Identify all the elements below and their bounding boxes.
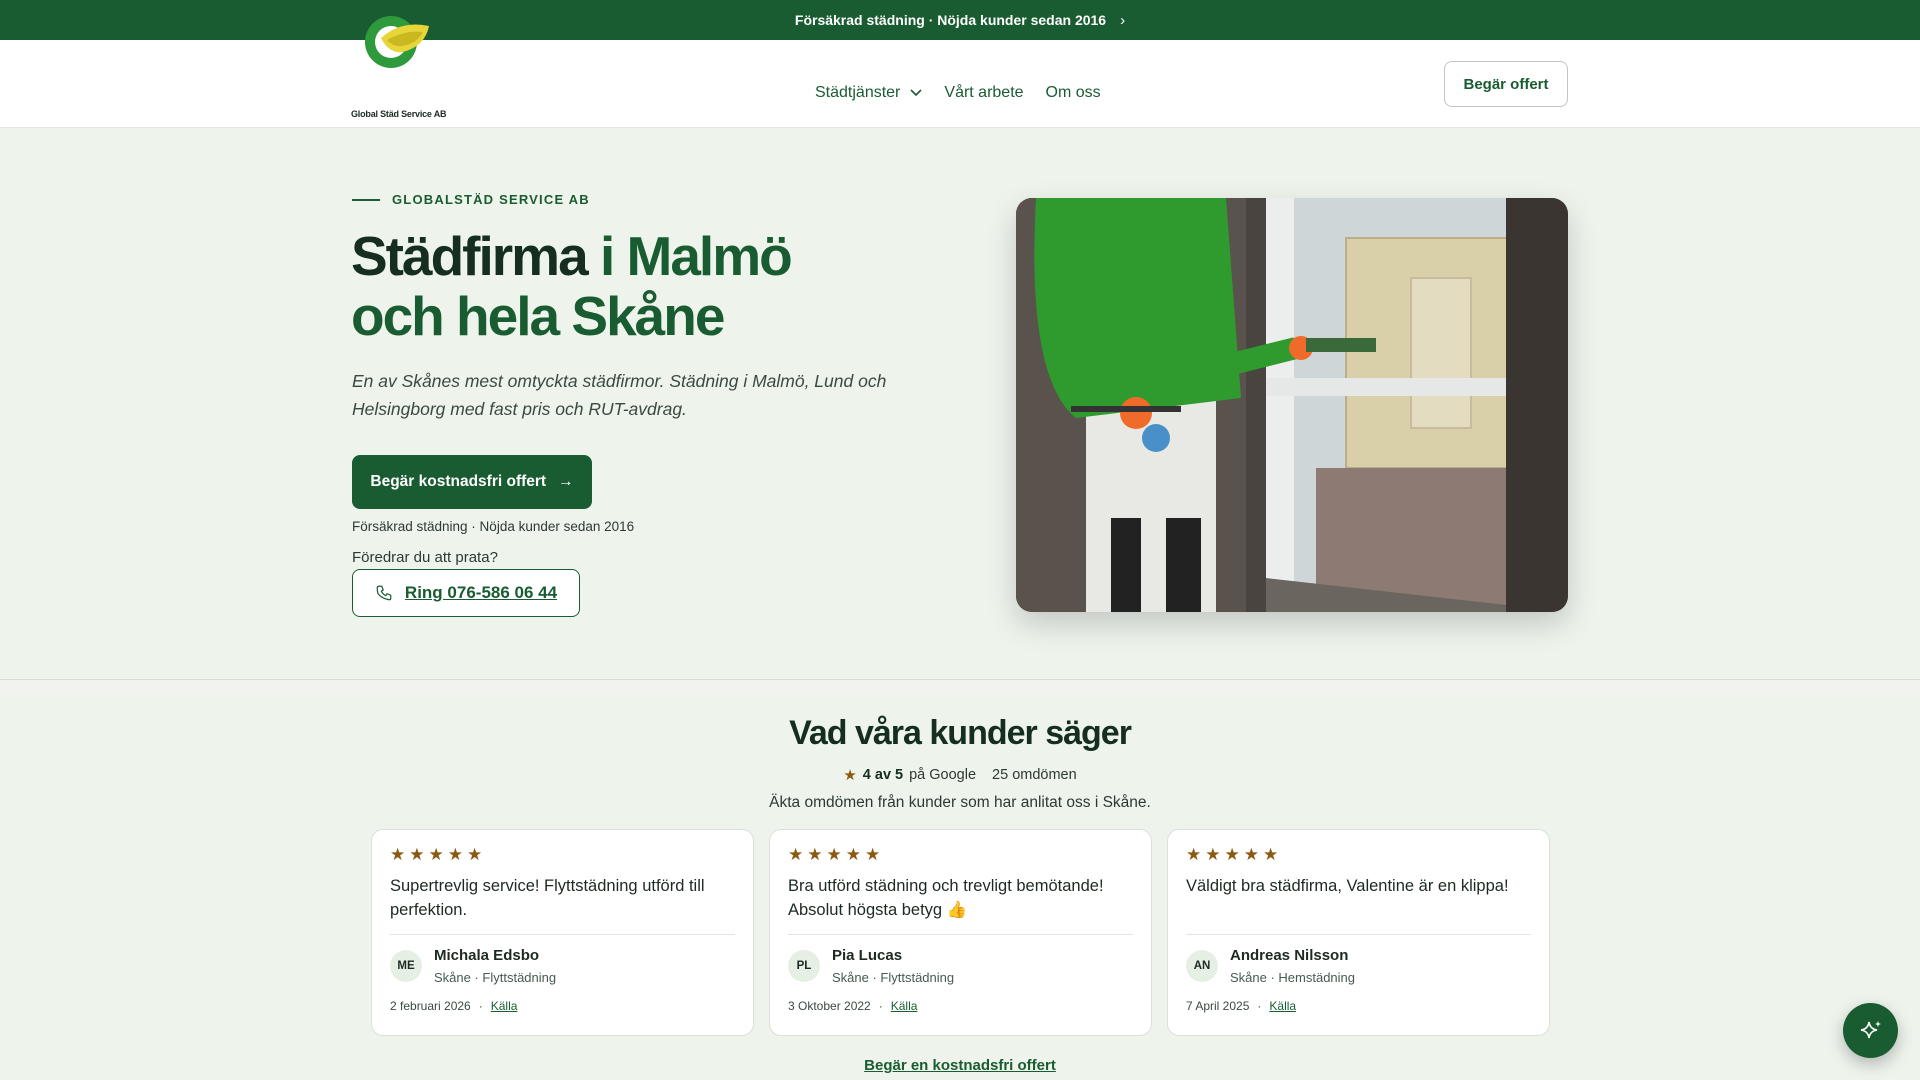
phone-icon [376, 585, 392, 601]
assistant-fab-button[interactable] [1843, 1003, 1898, 1058]
hero-photo-window-cleaner [1016, 198, 1568, 612]
source-link[interactable]: Källa [891, 999, 918, 1013]
avatar: AN [1186, 950, 1218, 982]
review-date: 2 februari 2026 [390, 999, 471, 1013]
avatar: ME [390, 950, 422, 982]
prefer-talk-label: Föredrar du att prata? [352, 549, 498, 566]
hero-title-part2: i Malmö [599, 225, 793, 287]
nav-item-vart-arbete[interactable]: Vårt arbete [944, 84, 1023, 102]
arrow-right-icon: → [558, 473, 574, 490]
divider [788, 934, 1133, 935]
reviewer-meta: Skåne · Flyttstädning [434, 970, 557, 985]
company-logo[interactable] [351, 8, 441, 80]
dot-separator: · [478, 999, 483, 1013]
hero-lead: En av Skånes mest omtyckta städfirmor. S… [352, 371, 887, 419]
free-quote-link[interactable]: Begär en kostnadsfri offert [0, 1057, 1920, 1074]
reviews-title: Vad våra kunder säger [789, 714, 1132, 752]
sparkle-icon [1860, 1020, 1881, 1038]
review-text: Supertrevlig service! Flyttstädning utfö… [390, 877, 705, 919]
cta-label: Begär kostnadsfri offert [370, 473, 547, 490]
eyebrow-text: GLOBALSTÄD SERVICE AB [392, 192, 590, 207]
review-date: 3 Oktober 2022 [788, 999, 871, 1013]
announcement-bar[interactable]: Försäkrad städning · Nöjda kunder sedan … [0, 0, 1920, 40]
hero-title: Städfirma i Malmö och hela Skåne [351, 226, 871, 346]
review-card: ★★★★★ Bra utförd städning och trevligt b… [769, 829, 1152, 1036]
reviewer-name: Michala Edsbo [434, 947, 540, 964]
call-label: Ring 076-586 06 44 [404, 583, 558, 602]
review-footer: 3 Oktober 2022 · Källa [788, 999, 917, 1013]
divider [1186, 934, 1531, 935]
reviewer-meta: Skåne · Hemstädning [1230, 970, 1356, 985]
review-text: Väldigt bra städfirma, Valentine är en k… [1186, 877, 1509, 895]
rating-source: på Google [909, 767, 977, 783]
trust-line: Försäkrad städning · Nöjda kunder sedan … [352, 519, 635, 534]
review-footer: 2 februari 2026 · Källa [390, 999, 517, 1013]
review-text: Bra utförd städning och trevligt bemötan… [788, 877, 1104, 919]
divider [390, 934, 735, 935]
hero-title-part1: Städfirma [351, 225, 600, 287]
chevron-down-icon [910, 89, 922, 97]
nav-item-om-oss[interactable]: Om oss [1046, 84, 1101, 102]
hero-eyebrow: GLOBALSTÄD SERVICE AB [352, 192, 590, 207]
stars-icon: ★★★★★ [1186, 845, 1283, 864]
reviewer-name: Andreas Nilsson [1230, 947, 1349, 964]
google-rating[interactable]: ★ 4 av 5 på Google 25 omdömen [0, 766, 1920, 784]
free-quote-button[interactable]: Begär kostnadsfri offert → [352, 455, 592, 509]
hero-section [0, 128, 1920, 680]
review-date: 7 April 2025 [1186, 999, 1250, 1013]
source-link[interactable]: Källa [491, 999, 518, 1013]
eyebrow-line [352, 198, 380, 201]
logo-text: Global Städ Service AB [351, 109, 447, 119]
rating-count: 25 omdömen [992, 767, 1077, 783]
reviewer-meta: Skåne · Flyttstädning [832, 970, 955, 985]
review-card: ★★★★★ Supertrevlig service! Flyttstädnin… [371, 829, 754, 1036]
avatar: PL [788, 950, 820, 982]
main-nav: Städtjänster Vårt arbete Om oss [815, 84, 1101, 102]
stars-icon: ★★★★★ [788, 845, 885, 864]
reviewer-name: Pia Lucas [832, 947, 903, 964]
dot-separator: · [878, 999, 883, 1013]
chevron-right-icon: › [1120, 11, 1126, 29]
rating-value: 4 av 5 [862, 767, 904, 783]
stars-icon: ★★★★★ [390, 845, 487, 864]
nav-label: Om oss [1045, 84, 1101, 101]
nav-item-stadtjanster[interactable]: Städtjänster [815, 84, 922, 102]
review-footer: 7 April 2025 · Källa [1186, 999, 1296, 1013]
announcement-text: Försäkrad städning · Nöjda kunder sedan … [794, 12, 1107, 28]
star-icon: ★ [843, 767, 857, 784]
source-link[interactable]: Källa [1269, 999, 1296, 1013]
hero-title-part3: och hela Skåne [351, 285, 725, 347]
nav-label: Städtjänster [815, 84, 901, 101]
nav-label: Vårt arbete [944, 84, 1024, 101]
review-card: ★★★★★ Väldigt bra städfirma, Valentine ä… [1167, 829, 1550, 1036]
reviews-subtitle: Äkta omdömen från kunder som har anlitat… [769, 794, 1151, 811]
call-button[interactable]: Ring 076-586 06 44 [352, 569, 580, 617]
request-quote-button[interactable]: Begär offert [1444, 61, 1568, 107]
dot-separator: · [1257, 999, 1262, 1013]
